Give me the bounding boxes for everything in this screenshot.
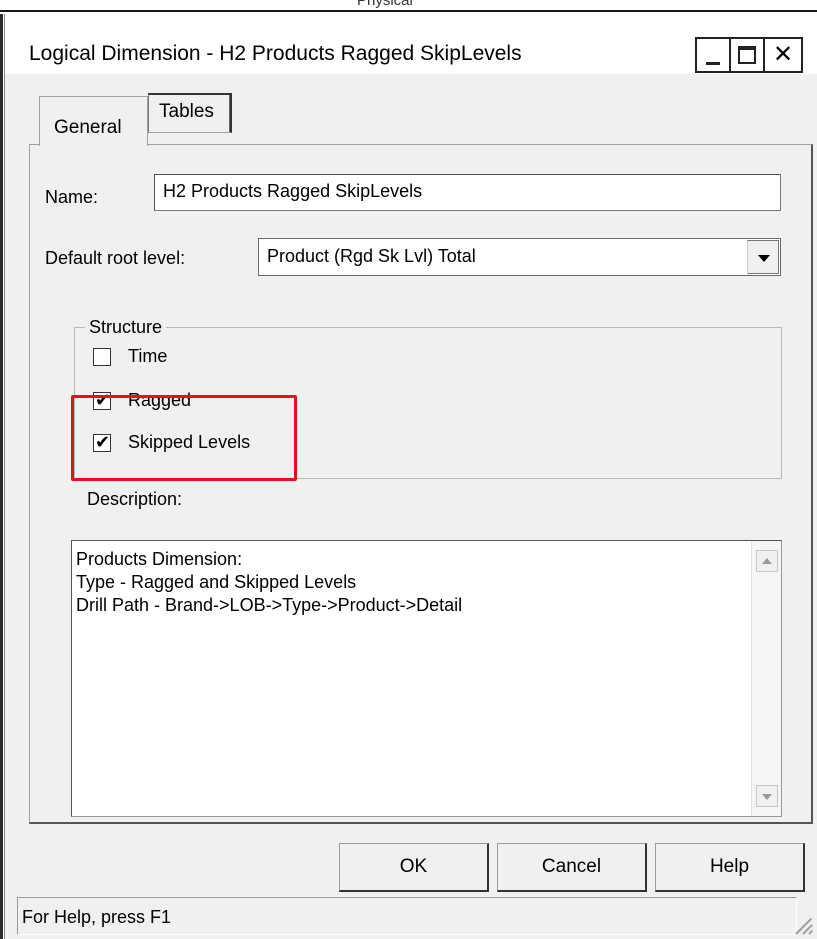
scroll-down-button[interactable] (756, 785, 778, 807)
background-window-edge (0, 10, 817, 12)
name-label: Name: (45, 187, 99, 207)
logical-dimension-dialog: Logical Dimension - H2 Products Ragged S… (4, 14, 817, 939)
maximize-icon (738, 46, 756, 64)
scroll-up-button[interactable] (756, 550, 778, 572)
resize-grip-icon[interactable] (792, 913, 814, 935)
time-checkbox[interactable] (93, 348, 111, 366)
description-line: Products Dimension: (76, 549, 243, 569)
window-title: Logical Dimension - H2 Products Ragged S… (29, 42, 522, 65)
close-icon: ✕ (772, 41, 794, 68)
time-checkbox-label: Time (128, 346, 168, 366)
default-root-level-label: Default root level: (45, 248, 186, 268)
status-text: For Help, press F1 (17, 897, 797, 935)
minimize-button[interactable] (695, 37, 729, 73)
chevron-up-icon (762, 558, 772, 564)
chevron-down-icon (758, 255, 770, 262)
annotation-highlight-box (71, 395, 297, 481)
tab-general[interactable]: General (39, 96, 148, 146)
description-line: Type - Ragged and Skipped Levels (76, 572, 357, 592)
close-button[interactable]: ✕ (763, 37, 803, 73)
description-label: Description: (87, 489, 183, 509)
dropdown-button[interactable] (747, 240, 779, 274)
time-checkbox-row[interactable]: Time (93, 346, 233, 370)
description-scrollbar[interactable] (751, 541, 781, 816)
background-window-title: Physical (357, 0, 413, 9)
cancel-button[interactable]: Cancel (497, 843, 647, 892)
minimize-icon (706, 62, 720, 65)
help-button[interactable]: Help (655, 843, 805, 892)
background-window-left-edge (0, 14, 3, 939)
status-bar: For Help, press F1 (5, 897, 817, 939)
tab-tables[interactable]: Tables (148, 93, 232, 133)
structure-legend: Structure (85, 317, 167, 338)
title-bar[interactable]: Logical Dimension - H2 Products Ragged S… (5, 14, 817, 74)
default-root-level-select[interactable]: Product (Rgd Sk Lvl) Total (258, 238, 781, 276)
description-text: Products Dimension: Type - Ragged and Ski… (76, 548, 462, 617)
name-field[interactable]: H2 Products Ragged SkipLevels (154, 174, 781, 211)
chevron-down-icon (762, 794, 772, 800)
ok-button[interactable]: OK (339, 843, 489, 892)
description-line: Drill Path - Brand->LOB->Type->Product->… (76, 595, 463, 615)
description-textarea[interactable]: Products Dimension: Type - Ragged and Ski… (71, 540, 782, 817)
default-root-level-value: Product (Rgd Sk Lvl) Total (267, 246, 476, 266)
maximize-button[interactable] (729, 37, 763, 73)
